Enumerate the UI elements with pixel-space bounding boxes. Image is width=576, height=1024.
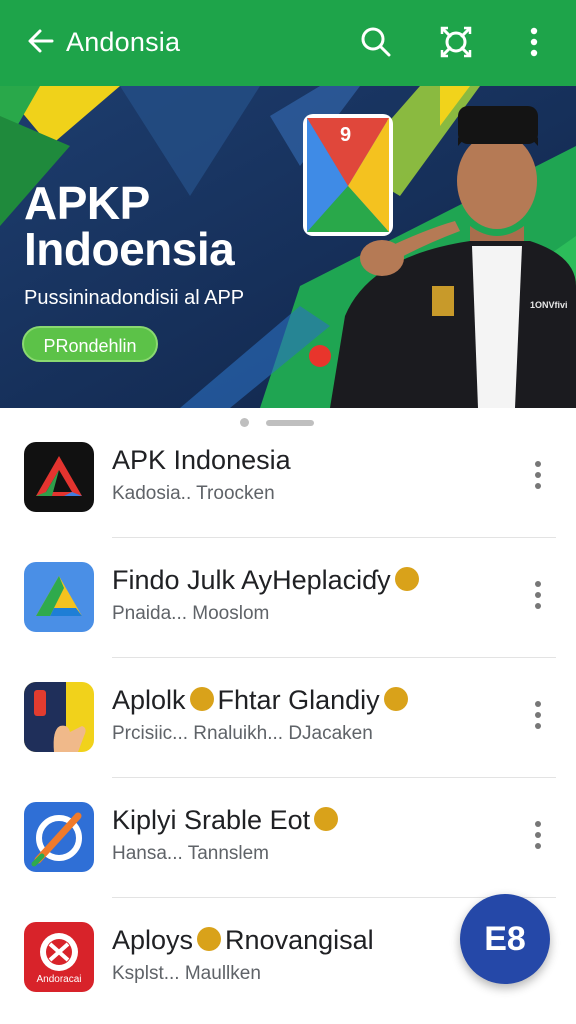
- list-item[interactable]: Aplolk Fhtar Glandiy Prcisiic... Rnaluikh…: [0, 658, 576, 778]
- app-subtitle: Ksplst... Maullken: [112, 963, 261, 984]
- list-item[interactable]: Findo Julk AyHeplaciɗy Pnaida... Mooslom: [0, 538, 576, 658]
- banner-headline: APKP Indoensia: [24, 177, 235, 275]
- hand-book-app-icon: [24, 682, 94, 752]
- promo-banner[interactable]: APKP Indoensia Pussininadondisii al APP …: [0, 86, 576, 408]
- app-name: Findo Julk AyHeplaciɗy: [112, 564, 419, 596]
- banner-subline: Pussininadondisii al APP: [24, 287, 245, 309]
- red-triangle-app-icon: [24, 442, 94, 512]
- top-app-bar: Andonsia: [0, 0, 576, 86]
- more-vertical-icon[interactable]: [526, 816, 550, 856]
- banner-headline-line1: APKP: [24, 177, 150, 229]
- banner-cta-button[interactable]: PRondehlin: [22, 326, 158, 362]
- list-item[interactable]: APK Indonesia Kadosia.. Troocken: [0, 418, 576, 538]
- verified-badge-icon: [189, 686, 214, 711]
- list-item[interactable]: Kiplyi Srable Eot Hansa... Tannslem: [0, 778, 576, 898]
- more-vertical-icon[interactable]: [526, 696, 550, 736]
- jacket-patch-text: 1ONVfivi: [530, 300, 568, 310]
- green-triangle-app-icon: [24, 562, 94, 632]
- verified-badge-icon: [197, 926, 222, 951]
- verified-badge-icon: [314, 806, 339, 831]
- app-bar-title: Andonsia: [66, 27, 181, 57]
- verified-badge-icon: [383, 686, 408, 711]
- app-icon-label: Andoracai: [36, 974, 82, 985]
- cast-icon[interactable]: [436, 22, 476, 62]
- pen-edit-app-icon: [24, 802, 94, 872]
- more-vertical-icon[interactable]: [526, 576, 550, 616]
- back-arrow-icon[interactable]: [24, 24, 58, 58]
- app-subtitle: Pnaida... Mooslom: [112, 603, 270, 624]
- app-name: Aploys Rnovangisal: [112, 925, 374, 955]
- app-subtitle: Prcisiic... Rnaluikh... DJacaken: [112, 723, 373, 744]
- app-subtitle: Kadosia.. Troocken: [112, 483, 275, 504]
- more-vertical-icon[interactable]: [526, 456, 550, 496]
- app-name: Aplolk Fhtar Glandiy: [112, 684, 408, 716]
- floating-action-button[interactable]: E8: [460, 894, 550, 984]
- verified-badge-icon: [394, 566, 419, 591]
- search-icon[interactable]: [356, 22, 396, 62]
- red-spider-app-icon: Andoracai: [24, 922, 94, 992]
- app-name: Kiplyi Srable Eot: [112, 804, 339, 836]
- more-vertical-icon[interactable]: [514, 22, 554, 62]
- banner-app-tile-number: 9: [340, 124, 352, 146]
- banner-headline-line2: Indoensia: [24, 223, 235, 275]
- app-name: APK Indonesia: [112, 445, 291, 475]
- app-subtitle: Hansa... Tannslem: [112, 843, 270, 864]
